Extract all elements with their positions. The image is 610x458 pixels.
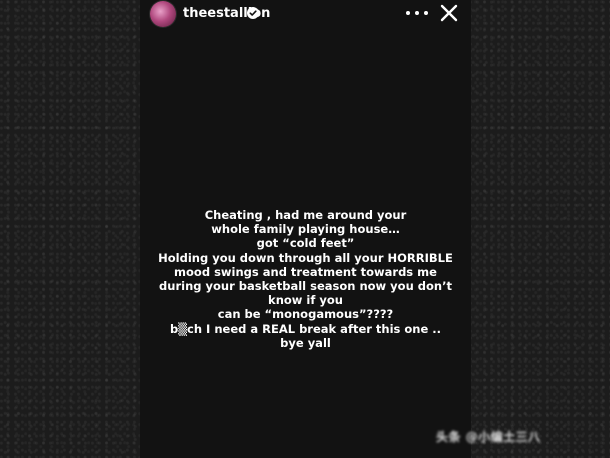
story-header: theestallion (140, 0, 471, 30)
more-options-icon (406, 11, 410, 15)
close-icon[interactable] (440, 4, 458, 22)
more-options-button[interactable] (406, 4, 428, 22)
story-text: Cheating , had me around your whole fami… (158, 208, 453, 350)
more-options-icon (415, 11, 419, 15)
verified-badge-icon (247, 7, 259, 19)
more-options-icon (424, 11, 428, 15)
story-viewer: theestallion Cheating , had me around yo… (140, 0, 471, 458)
profile-avatar[interactable] (150, 1, 176, 27)
watermark-text: 头条 @小编土三八 (436, 430, 541, 444)
